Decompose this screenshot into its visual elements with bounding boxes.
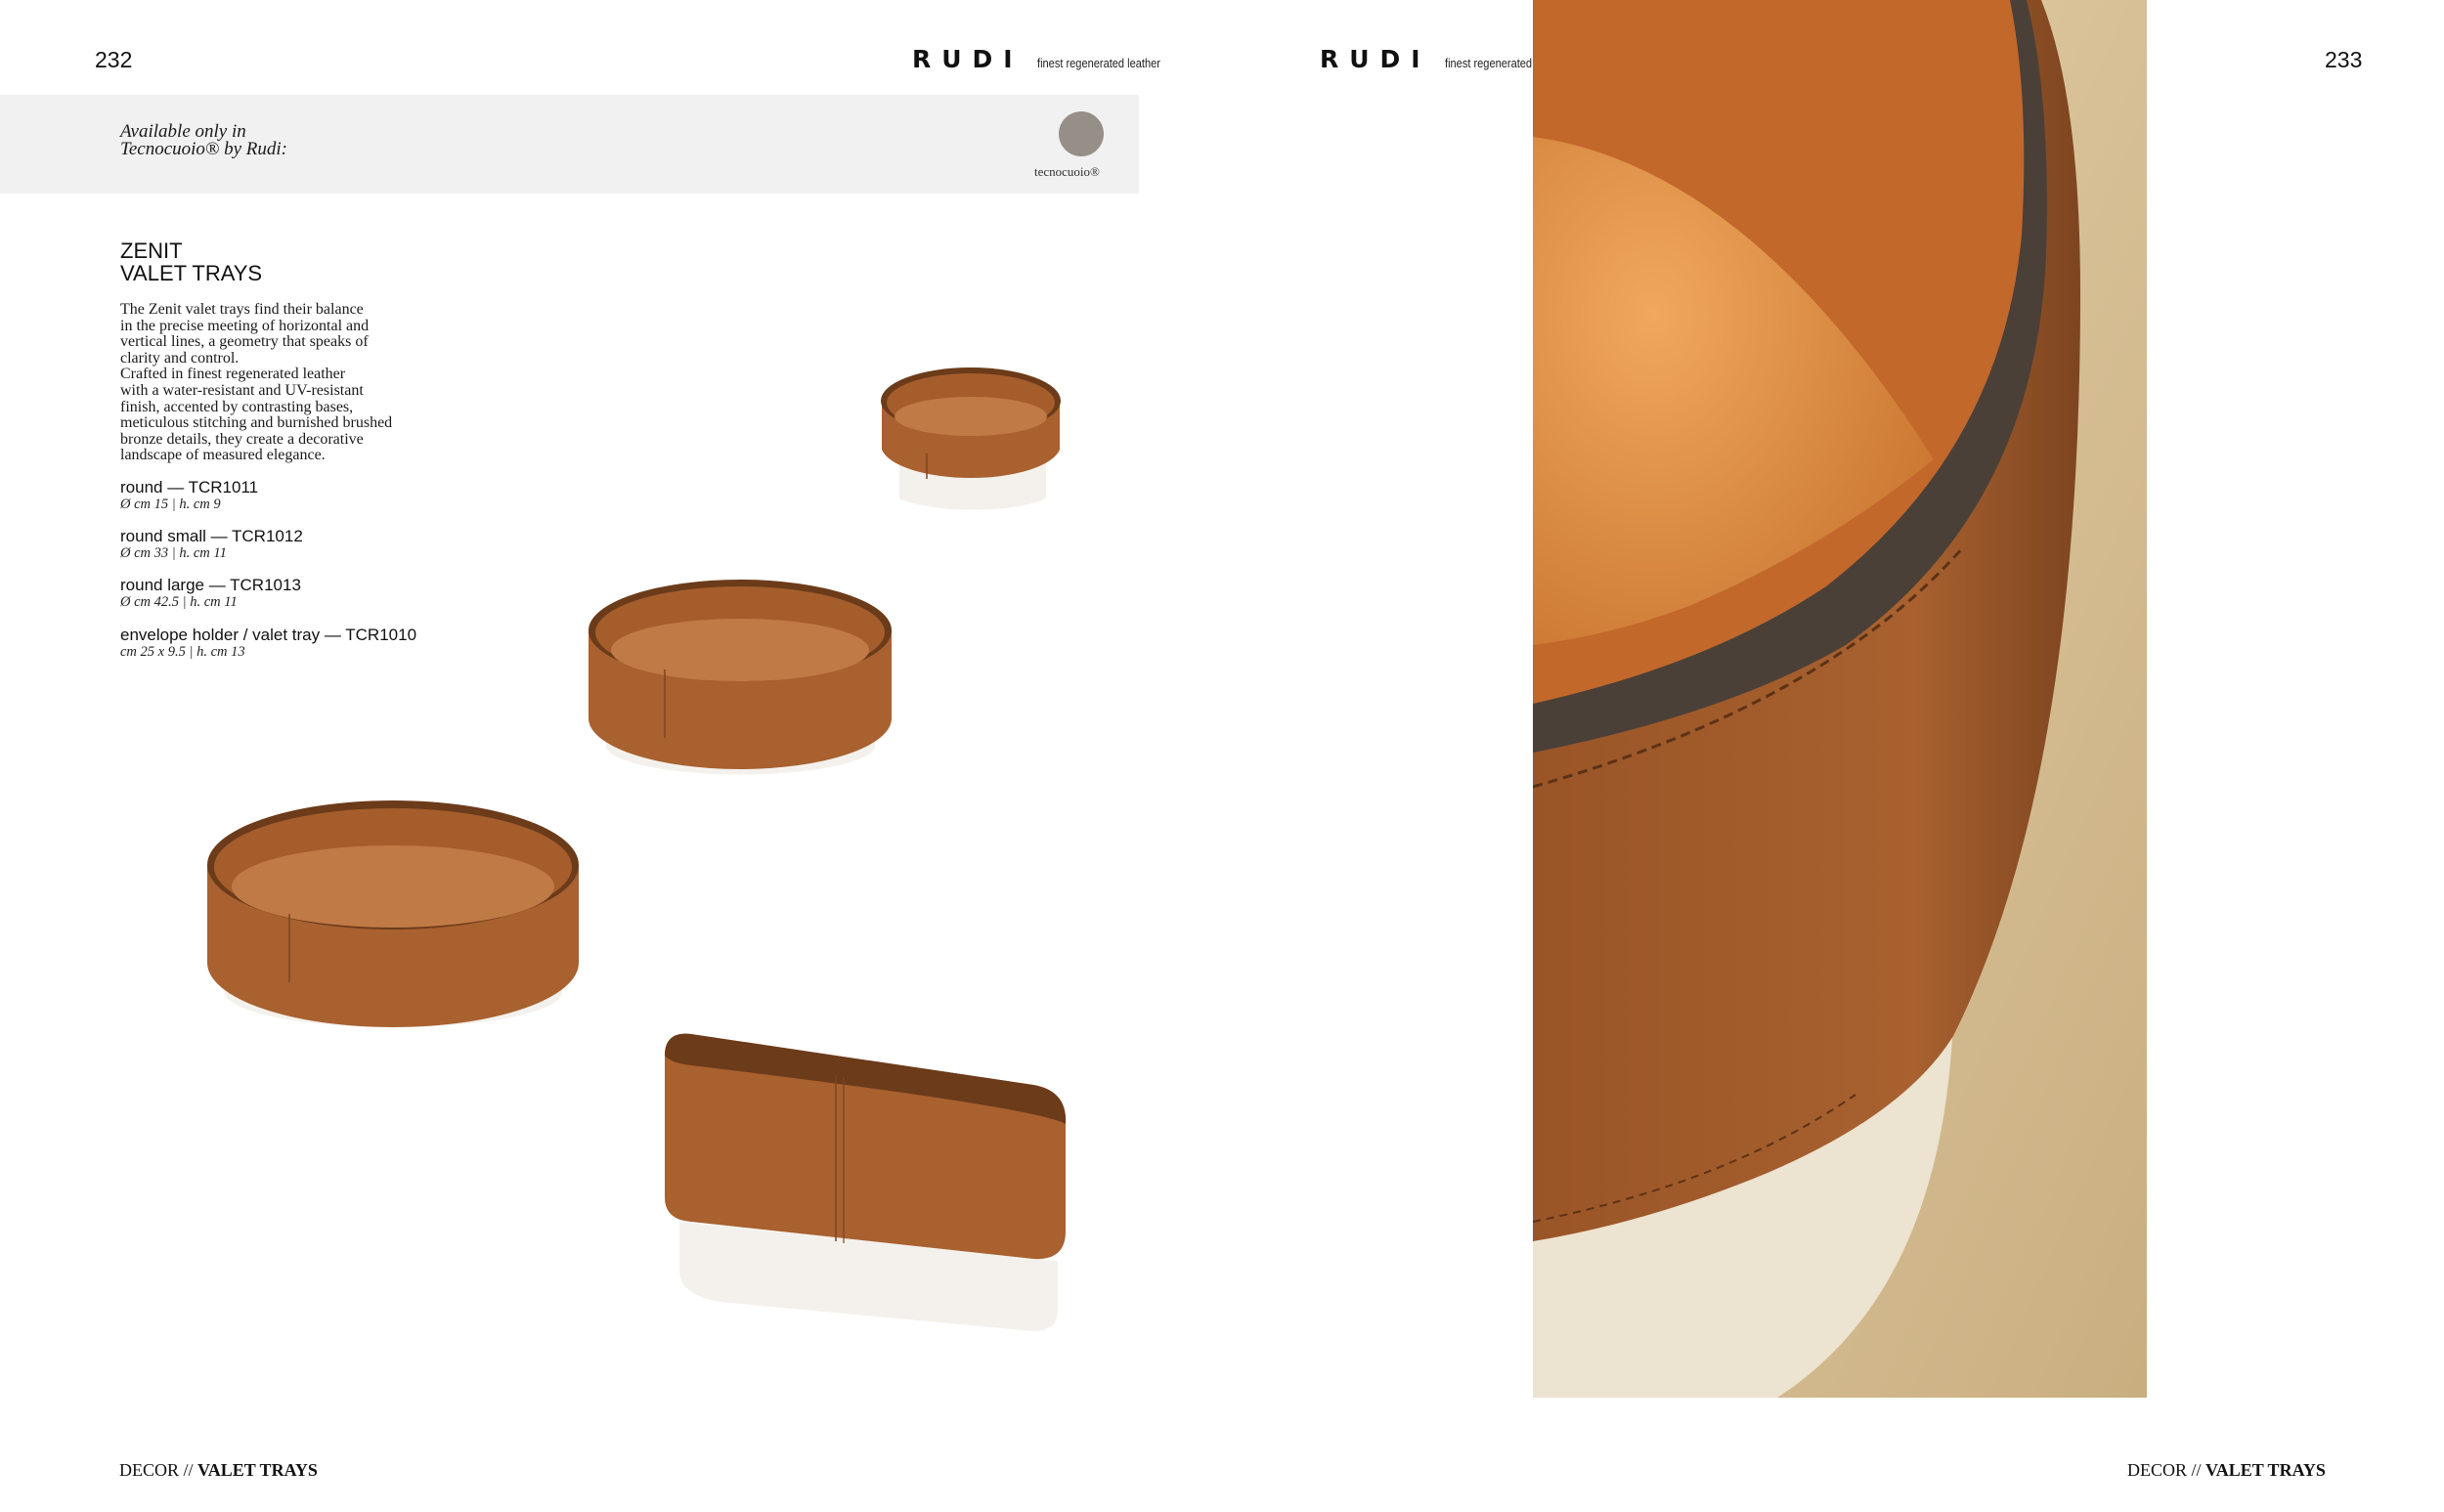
description-line: finish, accented by contrasting bases, [120,398,354,415]
brand-header-left: RUDI finest regenerated leather [912,45,1182,73]
description-line: The Zenit valet trays find their balance [120,301,364,318]
product-spec: round — TCR1011 Ø cm 15 | h. cm 9 [120,479,258,513]
swatch-label: tecnocuoio® [1034,164,1100,179]
product-name: round small — TCR1012 [120,527,303,545]
footer-section: DECOR // [119,1460,194,1480]
tray-image-round-large [205,797,582,1041]
product-name: envelope holder / valet tray — TCR1010 [120,626,417,644]
availability-line-2: Tecnocuoio® by Rudi: [120,139,287,159]
description-line: with a water-resistant and UV-resistant [120,381,364,399]
product-spec: round large — TCR1013 Ø cm 42.5 | h. cm … [120,577,301,611]
description-line: clarity and control. [120,349,240,367]
detail-photo-closeup [1533,0,2147,1398]
product-dims: Ø cm 33 | h. cm 11 [120,545,227,561]
product-dims: Ø cm 15 | h. cm 9 [120,497,221,512]
product-title: ZENIT VALET TRAYS [120,239,262,284]
description-line: Crafted in finest regenerated leather [120,366,346,383]
product-spec: round small — TCR1012 Ø cm 33 | h. cm 11 [120,528,303,562]
tray-image-round [880,342,1066,528]
footer-subsection: VALET TRAYS [197,1460,318,1480]
title-line-2: VALET TRAYS [120,261,263,285]
tray-image-round-small [587,572,895,787]
product-description: The Zenit valet trays find their balance… [120,301,453,464]
footer-subsection: VALET TRAYS [2205,1460,2326,1480]
tray-image-envelope-holder [662,1026,1072,1339]
material-swatch [1059,111,1104,156]
footer-section-left: DECOR // VALET TRAYS [119,1460,318,1481]
brand-logo: RUDI [1320,45,1431,73]
title-line-1: ZENIT [120,238,183,263]
description-line: vertical lines, a geometry that speaks o… [120,333,369,351]
product-name: round — TCR1011 [120,478,259,497]
product-name: round large — TCR1013 [120,576,301,594]
product-dims: Ø cm 42.5 | h. cm 11 [120,594,238,610]
product-spec: envelope holder / valet tray — TCR1010 c… [120,626,416,661]
page-number-left: 232 [95,47,133,72]
brand-tagline: finest regenerated leather [1036,56,1160,70]
description-line: landscape of measured elegance. [120,447,326,464]
footer-section-right: DECOR // VALET TRAYS [2127,1460,2326,1481]
description-line: meticulous stitching and burnished brush… [120,414,393,432]
description-line: bronze details, they create a decorative [120,430,364,448]
description-line: in the precise meeting of horizontal and [120,317,370,334]
page-number-right: 233 [2325,47,2363,72]
product-dims: cm 25 x 9.5 | h. cm 13 [120,644,245,660]
brand-logo: RUDI [912,45,1024,73]
availability-text: Available only in Tecnocuoio® by Rudi: [120,122,287,159]
footer-section: DECOR // [2127,1460,2202,1480]
